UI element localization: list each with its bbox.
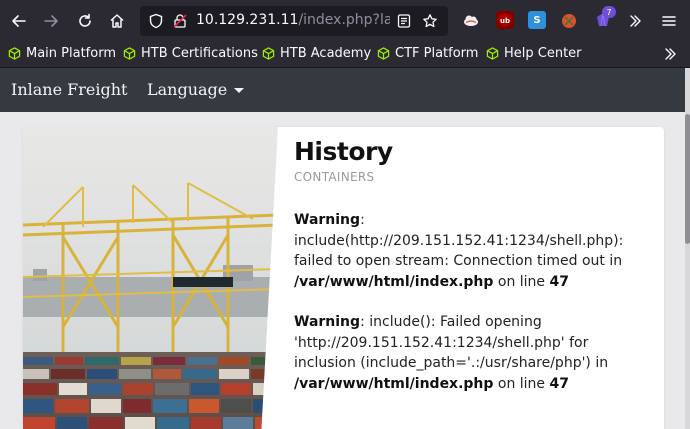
ublock-origin-icon[interactable]: ub	[496, 11, 514, 29]
bookmark-label: HTB Certifications	[141, 46, 258, 61]
hamburger-menu-icon	[662, 16, 676, 26]
bookmark-main-platform[interactable]: Main Platform	[8, 46, 116, 61]
article-title: History	[294, 137, 393, 166]
warning-file-path: /var/www/html/index.php	[294, 273, 494, 290]
reload-button[interactable]	[72, 8, 98, 34]
bookmark-label: Help Center	[504, 46, 582, 61]
overflow-menu-button[interactable]	[622, 8, 648, 34]
url-bar[interactable]: 10.129.231.11/index.php?langu	[140, 6, 448, 36]
back-arrow-icon	[12, 15, 26, 27]
insecure-lock-icon[interactable]	[172, 13, 188, 29]
htb-cube-icon	[486, 47, 499, 60]
article-content: History CONTAINERS Warning: include(http…	[294, 137, 654, 394]
htb-cube-icon	[123, 47, 136, 60]
shield-icon[interactable]	[148, 13, 164, 29]
language-dropdown[interactable]: Language	[147, 80, 245, 99]
bookmark-star-icon[interactable]	[422, 13, 438, 29]
scrollbar-thumb[interactable]	[685, 114, 690, 244]
page-viewport: Inlane Freight Language History CONTAINE…	[0, 68, 690, 429]
caret-down-icon	[234, 88, 245, 93]
reload-icon	[79, 13, 91, 27]
bookmark-help-center[interactable]: Help Center	[486, 46, 582, 61]
tomato-extension-icon[interactable]	[560, 11, 578, 29]
htb-cube-icon	[262, 47, 275, 60]
forward-arrow-icon	[44, 15, 58, 27]
browser-toolbar: 10.129.231.11/index.php?langu ub S 7	[0, 0, 690, 42]
extension-badge: 7	[602, 6, 616, 18]
app-menu-button[interactable]	[656, 8, 682, 34]
bookmark-htb-academy[interactable]: HTB Academy	[262, 46, 371, 61]
url-host: 10.129.231.11	[196, 12, 299, 28]
bookmarks-bar: Main Platform HTB Certifications HTB Aca…	[0, 42, 690, 68]
php-warning-message: Warning: include(): Failed opening 'http…	[294, 312, 654, 394]
htb-cube-icon	[377, 47, 390, 60]
site-brand[interactable]: Inlane Freight	[11, 80, 127, 99]
warning-label: Warning	[294, 212, 361, 228]
warning-text: on line	[493, 375, 550, 392]
site-navbar: Inlane Freight Language	[0, 68, 690, 112]
cloud-extension-icon[interactable]	[462, 11, 480, 29]
svg-text:ub: ub	[500, 17, 510, 25]
double-chevron-right-icon	[630, 15, 641, 27]
warning-line-number: 47	[549, 273, 569, 290]
url-path: /index.php?langu	[298, 12, 390, 28]
home-icon	[110, 14, 124, 28]
bookmark-label: HTB Academy	[280, 46, 372, 61]
home-button[interactable]	[104, 8, 130, 34]
bookmark-htb-certifications[interactable]: HTB Certifications	[123, 46, 258, 61]
warning-file-path: /var/www/html/index.php	[294, 375, 494, 392]
reader-view-icon[interactable]	[396, 13, 412, 29]
article-card: History CONTAINERS Warning: include(http…	[23, 127, 664, 429]
warning-label: Warning	[294, 314, 361, 330]
back-button[interactable]	[6, 8, 32, 34]
bookmark-ctf-platform[interactable]: CTF Platform	[377, 46, 478, 61]
s-extension-icon[interactable]: S	[528, 11, 546, 29]
bookmarks-overflow-button[interactable]	[662, 46, 678, 66]
forward-button[interactable]	[38, 8, 64, 34]
warning-text: on line	[493, 273, 550, 290]
htb-cube-icon	[8, 47, 21, 60]
php-warning-message: Warning: include(http://209.151.152.41:1…	[294, 210, 654, 292]
language-label: Language	[147, 80, 228, 99]
bookmark-label: Main Platform	[26, 46, 116, 61]
warning-line-number: 47	[549, 375, 569, 392]
url-text[interactable]: 10.129.231.11/index.php?langu	[196, 12, 390, 28]
container-port-image	[23, 127, 278, 429]
bookmark-label: CTF Platform	[395, 46, 479, 61]
double-chevron-right-icon	[665, 48, 676, 60]
s-extension-label: S	[533, 14, 541, 26]
article-subtitle: CONTAINERS	[294, 170, 375, 184]
